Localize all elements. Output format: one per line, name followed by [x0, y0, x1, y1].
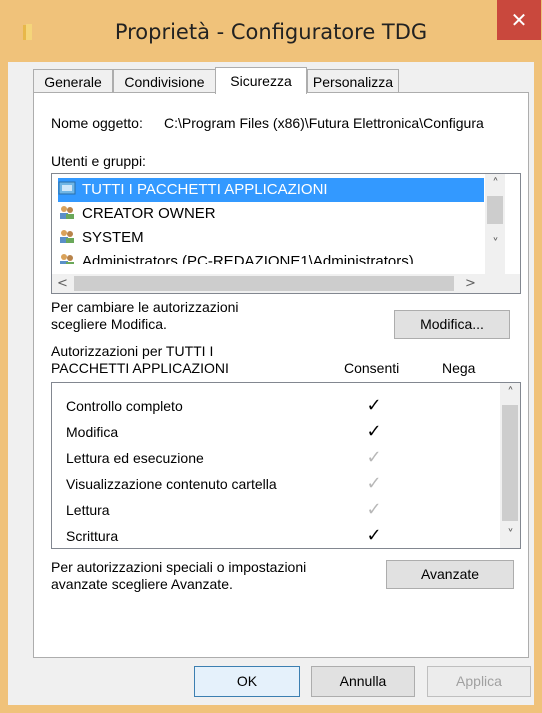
allow-check-icon[interactable]: ✓	[364, 421, 384, 442]
deny-column-header: Nega	[442, 360, 476, 376]
advanced-text-2: avanzate scegliere Avanzate.	[51, 576, 233, 592]
change-permissions-text-2: scegliere Modifica.	[51, 316, 167, 332]
tab-personalizza[interactable]: Personalizza	[307, 69, 399, 93]
scroll-up-icon[interactable]: ˄	[487, 176, 504, 193]
permissions-header-2: PACCHETTI APPLICAZIONI	[51, 360, 229, 376]
allow-check-icon[interactable]: ✓	[364, 525, 384, 546]
scroll-up-icon[interactable]: ˄	[502, 385, 519, 402]
ok-button[interactable]: OK	[194, 666, 300, 697]
allow-check-icon[interactable]: ✓	[364, 473, 384, 494]
allow-column-header: Consenti	[344, 360, 400, 376]
scroll-thumb[interactable]	[502, 405, 518, 521]
users-icon	[60, 206, 74, 219]
scroll-right-icon[interactable]: >	[462, 275, 479, 292]
advanced-text: Per autorizzazioni speciali o impostazio…	[51, 559, 307, 575]
permissions-scrollbar[interactable]: ˄ ˅	[500, 383, 520, 548]
properties-window: Proprietà - Configuratore TDG ✕ Generale…	[0, 0, 542, 713]
scroll-left-icon[interactable]: <	[54, 275, 71, 292]
permissions-list[interactable]: Controllo completo ✓ Modifica ✓ Lettura …	[51, 382, 521, 549]
scroll-down-icon[interactable]: ˅	[487, 236, 504, 253]
users-icon	[60, 254, 74, 264]
object-name-value: C:\Program Files (x86)\Futura Elettronic…	[164, 115, 484, 131]
apply-button[interactable]: Applica	[427, 666, 531, 697]
vertical-scrollbar[interactable]: ˄ ˅	[485, 174, 505, 274]
list-item[interactable]: SYSTEM	[58, 226, 144, 250]
modify-button[interactable]: Modifica...	[394, 310, 510, 339]
permission-row: Controllo completo	[66, 398, 183, 414]
hscroll-thumb[interactable]	[74, 276, 454, 291]
title-bar[interactable]: Proprietà - Configuratore TDG ✕	[0, 0, 542, 62]
allow-check-icon[interactable]: ✓	[364, 447, 384, 468]
permission-row: Lettura	[66, 502, 110, 518]
dialog-body: Generale Condivisione Sicurezza Personal…	[8, 62, 534, 705]
advanced-button[interactable]: Avanzate	[386, 560, 514, 589]
permission-row: Modifica	[66, 424, 119, 440]
users-groups-list[interactable]: TUTTI I PACCHETTI APPLICAZIONI CREATOR O…	[51, 173, 521, 294]
allow-check-icon[interactable]: ✓	[364, 395, 384, 416]
permission-row: Visualizzazione contenuto cartella	[66, 476, 277, 492]
cancel-button[interactable]: Annulla	[311, 666, 415, 697]
permissions-header: Autorizzazioni per TUTTI I	[51, 343, 214, 359]
tab-condivisione[interactable]: Condivisione	[113, 69, 216, 93]
close-button[interactable]: ✕	[497, 0, 541, 40]
users-groups-label: Utenti e gruppi:	[51, 153, 146, 169]
allow-check-icon[interactable]: ✓	[364, 499, 384, 520]
object-name-label: Nome oggetto:	[51, 115, 143, 131]
scroll-thumb[interactable]	[487, 196, 503, 224]
app-packages-icon	[58, 181, 76, 195]
tab-generale[interactable]: Generale	[33, 69, 113, 93]
horizontal-scrollbar[interactable]: < >	[52, 274, 520, 293]
list-item[interactable]: TUTTI I PACCHETTI APPLICAZIONI	[58, 178, 484, 202]
window-title: Proprietà - Configuratore TDG	[114, 20, 428, 44]
scroll-down-icon[interactable]: ˅	[502, 527, 519, 544]
list-item[interactable]: Administrators (PC-REDAZIONE1\Administra…	[58, 250, 414, 264]
security-panel: Nome oggetto: C:\Program Files (x86)\Fut…	[33, 92, 529, 658]
tab-sicurezza[interactable]: Sicurezza	[215, 67, 307, 94]
permission-row: Scrittura	[66, 528, 119, 544]
list-item[interactable]: CREATOR OWNER	[58, 202, 216, 226]
users-icon	[60, 230, 74, 243]
change-permissions-text: Per cambiare le autorizzazioni	[51, 299, 239, 315]
permission-row: Lettura ed esecuzione	[66, 450, 204, 466]
